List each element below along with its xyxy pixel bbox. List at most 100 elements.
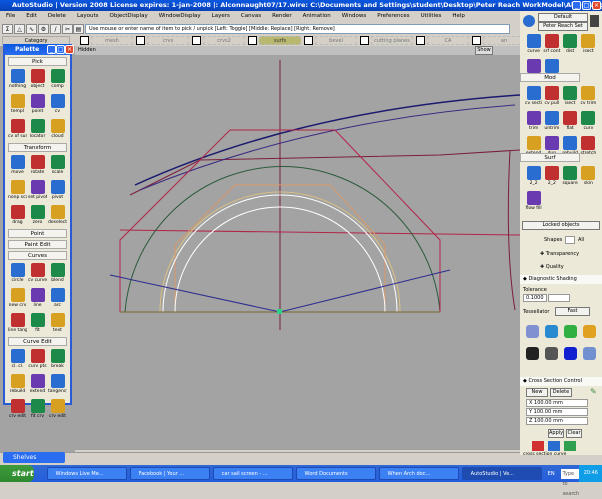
shading-mode-icon[interactable] (545, 325, 558, 338)
tolerance-input[interactable]: 0.1000 (523, 294, 547, 302)
menu-delete[interactable]: Delete (48, 11, 66, 22)
tool-icon-2[interactable]: △ (14, 24, 25, 34)
menu-layers[interactable]: Layers (212, 11, 230, 22)
tool-nonp-scale[interactable]: nonp scale (8, 178, 27, 202)
start-button[interactable]: start (0, 465, 34, 482)
taskbar-item[interactable]: AutoStudio | Ve... (461, 467, 542, 480)
layer-swatch[interactable] (304, 36, 313, 45)
tool-scale[interactable]: scale (48, 153, 67, 177)
tool-cv-curve[interactable]: cv curve (28, 261, 47, 285)
layer-bevel[interactable]: bevel (315, 36, 357, 45)
tool-object[interactable]: object (28, 67, 47, 91)
tool-crv-edit[interactable]: crv edit (48, 397, 67, 421)
z-value[interactable]: Z 100.00 mm (526, 417, 588, 425)
layer-surfs[interactable]: surfs (259, 36, 301, 45)
pen-icon[interactable]: / (50, 24, 61, 34)
tool-curve[interactable]: curve (525, 32, 542, 56)
locked-objects[interactable]: Locked objects (522, 221, 600, 230)
tolerance-slider[interactable] (548, 294, 570, 302)
tool-crv-edit[interactable]: crv edit (8, 397, 27, 421)
palette-minimize[interactable]: _ (47, 45, 56, 54)
x-value[interactable]: X 100.00 mm (526, 399, 588, 407)
language-indicator[interactable]: EN (548, 471, 555, 477)
tool-nothing[interactable]: nothing (8, 67, 27, 91)
tool-new-crv[interactable]: new crv (8, 286, 27, 310)
tool-isect[interactable]: isect (562, 84, 579, 108)
prompt-line[interactable]: Use mouse or enter name of item to pick … (85, 24, 510, 34)
layer-swatch[interactable] (136, 36, 145, 45)
menu-layouts[interactable]: Layouts (77, 11, 99, 22)
tool-rotate[interactable]: rotate (28, 153, 47, 177)
tool-drag[interactable]: drag (8, 203, 27, 227)
palette-close[interactable]: × (65, 45, 74, 54)
layer-swatch[interactable] (192, 36, 201, 45)
transparency-toggle[interactable]: ✚ Transparency (520, 251, 602, 257)
tool-point[interactable]: point (28, 92, 47, 116)
tool-2-2[interactable]: 2_2 (525, 164, 542, 188)
palette-tab-transform[interactable]: Transform (8, 143, 67, 152)
tool-blend[interactable]: blend (48, 261, 67, 285)
layer-swatch[interactable] (248, 36, 257, 45)
tool-cl-cl[interactable]: cl. cl. (8, 347, 27, 371)
minimize-button[interactable]: _ (572, 1, 581, 10)
palette-tab-pick[interactable]: Pick (8, 57, 67, 66)
menu-windows[interactable]: Windows (342, 11, 367, 22)
layer-swatch[interactable] (472, 36, 481, 45)
shelf-name[interactable]: Peter Reach Set (538, 22, 588, 31)
palette-tab-curves[interactable]: Curves (8, 251, 67, 260)
tool-curv-pts[interactable]: curv pts (28, 347, 47, 371)
tool-icon-1[interactable]: Σ (2, 24, 13, 34)
tool-fit-crv[interactable]: fit crv (28, 397, 47, 421)
curve-tool-icon[interactable]: ∿ (26, 24, 37, 34)
curve-icon[interactable] (564, 441, 576, 451)
shading-mode-icon[interactable] (583, 347, 596, 360)
layer-mesh[interactable]: mesh (91, 36, 133, 45)
menu-help[interactable]: Help (452, 11, 465, 22)
shading-mode-icon[interactable] (564, 347, 577, 360)
gear-icon[interactable]: ⚙ (38, 24, 49, 34)
tool-cv[interactable]: cv (48, 92, 67, 116)
layer-cutting-planes[interactable]: cutting planes (371, 36, 413, 45)
taskbar-item[interactable]: When Arch doc... (378, 467, 459, 480)
tool-comp[interactable]: comp (48, 67, 67, 91)
tool-flow-fill[interactable]: flow fill (525, 189, 542, 213)
layer-swatch[interactable] (80, 36, 89, 45)
palette-tab-paint-edit[interactable]: Paint Edit (8, 240, 67, 249)
trash-icon[interactable] (590, 15, 599, 27)
shapes-all[interactable]: All (578, 237, 584, 243)
apply-button[interactable]: Apply (548, 429, 564, 438)
tool-circle[interactable]: circle (8, 261, 27, 285)
menu-windowdisplay[interactable]: WindowDisplay (159, 11, 201, 22)
tool-text[interactable]: text (48, 311, 67, 335)
tab-mod[interactable]: Mod (520, 73, 580, 82)
tool-zero[interactable]: zero (28, 203, 47, 227)
tool-cv-section[interactable]: cv section (525, 84, 542, 108)
pencil-icon[interactable]: ✎ (590, 387, 597, 396)
tool-skin[interactable]: skin (580, 164, 597, 188)
section-icon[interactable] (548, 441, 560, 451)
close-button[interactable]: × (592, 1, 601, 10)
shading-mode-icon[interactable] (526, 325, 539, 338)
tool-cv-pull[interactable]: cv pull (543, 84, 560, 108)
tool-isect[interactable]: isect (580, 32, 597, 56)
tool-pivot[interactable]: pivot (48, 178, 67, 202)
layer-swatch[interactable] (360, 36, 369, 45)
cross-section-icon[interactable] (532, 441, 544, 451)
tool-tangency[interactable]: tangency (48, 372, 67, 396)
y-value[interactable]: Y 100.00 mm (526, 408, 588, 416)
viewport-canvas[interactable] (70, 55, 521, 450)
tool-square[interactable]: square (562, 164, 579, 188)
palette-maximize[interactable]: □ (56, 45, 65, 54)
shelves-window[interactable]: Shelves (3, 452, 65, 463)
tool-arc[interactable]: arc (48, 286, 67, 310)
show-button[interactable]: Show (475, 46, 493, 55)
shapes-field[interactable] (565, 236, 575, 244)
shading-mode-icon[interactable] (583, 325, 596, 338)
tool-dist[interactable]: dist (562, 32, 579, 56)
tool-deselect[interactable]: deselect (48, 203, 67, 227)
delete-button[interactable]: Delete (550, 388, 572, 397)
taskbar-item[interactable]: Facebook | Your ... (129, 467, 210, 480)
tool-cv-trim[interactable]: cv trim (580, 84, 597, 108)
tool-flat[interactable]: flat (562, 109, 579, 133)
clear-button[interactable]: Clear (566, 429, 582, 438)
